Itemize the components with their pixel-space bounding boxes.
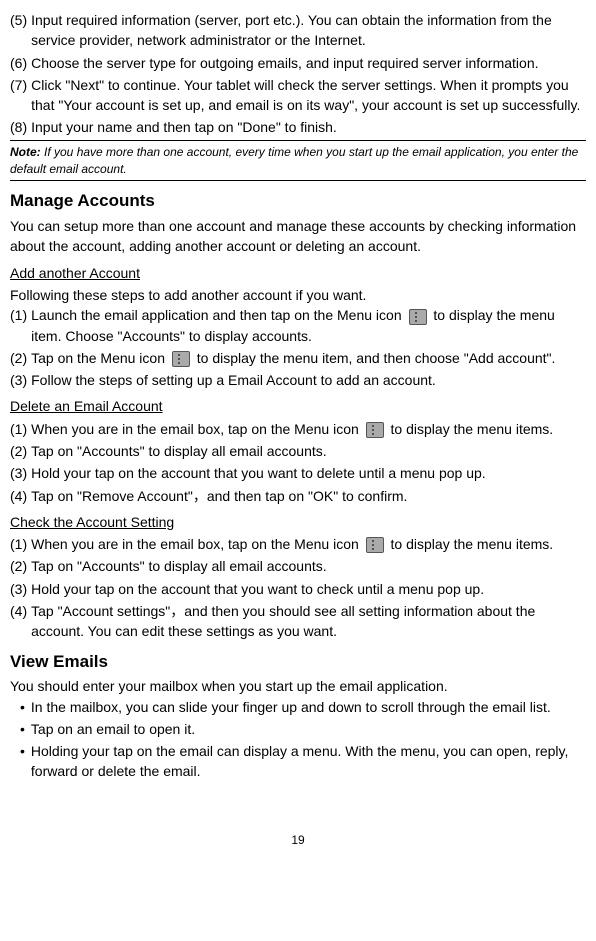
bullet-text: Holding your tap on the email can displa… bbox=[31, 741, 586, 782]
text-before-icon: Launch the email application and then ta… bbox=[31, 307, 405, 323]
list-num: (1) bbox=[10, 305, 31, 346]
list-num: (1) bbox=[10, 419, 31, 439]
list-item: (1) Launch the email application and the… bbox=[10, 305, 586, 346]
text-before-icon: Tap on the Menu icon bbox=[31, 350, 169, 366]
view-emails-intro: You should enter your mailbox when you s… bbox=[10, 676, 586, 696]
menu-icon bbox=[366, 537, 384, 553]
list-content: Hold your tap on the account that you wa… bbox=[31, 579, 586, 599]
page-number: 19 bbox=[10, 832, 586, 849]
text-before-icon: When you are in the email box, tap on th… bbox=[31, 421, 363, 437]
list-item: (1) When you are in the email box, tap o… bbox=[10, 534, 586, 554]
list-item: (2) Tap on the Menu icon to display the … bbox=[10, 348, 586, 368]
list-content: Click "Next" to continue. Your tablet wi… bbox=[31, 75, 586, 116]
list-item: (6)Choose the server type for outgoing e… bbox=[10, 53, 586, 73]
initial-steps-list: (5)Input required information (server, p… bbox=[10, 10, 586, 138]
list-item: (4)Tap on "Remove Account"，and then tap … bbox=[10, 486, 586, 506]
list-content: Tap on the Menu icon to display the menu… bbox=[31, 348, 586, 368]
bullet-item: •In the mailbox, you can slide your fing… bbox=[10, 697, 586, 717]
manage-accounts-intro: You can setup more than one account and … bbox=[10, 216, 586, 257]
list-item: (2)Tap on "Accounts" to display all emai… bbox=[10, 556, 586, 576]
check-account-subheading: Check the Account Setting bbox=[10, 512, 586, 532]
list-num: (6) bbox=[10, 53, 31, 73]
list-content: Tap on "Remove Account"，and then tap on … bbox=[31, 486, 586, 506]
list-item: (3)Hold your tap on the account that you… bbox=[10, 579, 586, 599]
list-num: (4) bbox=[10, 486, 31, 506]
check-account-steps: (2)Tap on "Accounts" to display all emai… bbox=[10, 556, 586, 641]
list-num: (5) bbox=[10, 10, 31, 51]
view-emails-bullets: •In the mailbox, you can slide your fing… bbox=[10, 697, 586, 782]
list-item: (3)Hold your tap on the account that you… bbox=[10, 463, 586, 483]
list-content: Choose the server type for outgoing emai… bbox=[31, 53, 586, 73]
list-content: Tap "Account settings"，and then you shou… bbox=[31, 601, 586, 642]
note-text: If you have more than one account, every… bbox=[10, 145, 578, 176]
view-emails-heading: View Emails bbox=[10, 650, 586, 675]
list-num: (1) bbox=[10, 534, 31, 554]
note-block: Note: If you have more than one account,… bbox=[10, 144, 586, 178]
list-item: (8)Input your name and then tap on "Done… bbox=[10, 117, 586, 137]
list-item: (4)Tap "Account settings"，and then you s… bbox=[10, 601, 586, 642]
list-num: (2) bbox=[10, 441, 31, 461]
list-content: Tap on "Accounts" to display all email a… bbox=[31, 556, 586, 576]
bullet-text: In the mailbox, you can slide your finge… bbox=[31, 697, 551, 717]
bullet-icon: • bbox=[20, 697, 31, 717]
list-content: When you are in the email box, tap on th… bbox=[31, 534, 586, 554]
list-content: Follow the steps of setting up a Email A… bbox=[31, 370, 586, 390]
list-content: Input required information (server, port… bbox=[31, 10, 586, 51]
list-num: (3) bbox=[10, 370, 31, 390]
divider bbox=[10, 180, 586, 181]
menu-icon bbox=[172, 351, 190, 367]
list-item: (2)Tap on "Accounts" to display all emai… bbox=[10, 441, 586, 461]
bullet-item: •Tap on an email to open it. bbox=[10, 719, 586, 739]
list-num: (2) bbox=[10, 556, 31, 576]
list-num: (4) bbox=[10, 601, 31, 642]
list-num: (3) bbox=[10, 579, 31, 599]
list-item: (3) Follow the steps of setting up a Ema… bbox=[10, 370, 586, 390]
list-item: (1) When you are in the email box, tap o… bbox=[10, 419, 586, 439]
bullet-icon: • bbox=[20, 719, 31, 739]
add-account-subheading: Add another Account bbox=[10, 263, 586, 283]
delete-account-steps: (2)Tap on "Accounts" to display all emai… bbox=[10, 441, 586, 506]
list-content: Hold your tap on the account that you wa… bbox=[31, 463, 586, 483]
menu-icon bbox=[366, 422, 384, 438]
bullet-icon: • bbox=[20, 741, 31, 782]
text-after-icon: to display the menu items. bbox=[387, 421, 554, 437]
list-num: (2) bbox=[10, 348, 31, 368]
note-label: Note: bbox=[10, 145, 41, 159]
menu-icon bbox=[409, 309, 427, 325]
text-after-icon: to display the menu item, and then choos… bbox=[193, 350, 556, 366]
list-num: (7) bbox=[10, 75, 31, 116]
list-content: Tap on "Accounts" to display all email a… bbox=[31, 441, 586, 461]
bullet-item: •Holding your tap on the email can displ… bbox=[10, 741, 586, 782]
list-item: (5)Input required information (server, p… bbox=[10, 10, 586, 51]
manage-accounts-heading: Manage Accounts bbox=[10, 189, 586, 214]
bullet-text: Tap on an email to open it. bbox=[31, 719, 195, 739]
list-num: (3) bbox=[10, 463, 31, 483]
add-account-intro: Following these steps to add another acc… bbox=[10, 285, 586, 305]
divider bbox=[10, 140, 586, 141]
text-before-icon: When you are in the email box, tap on th… bbox=[31, 536, 363, 552]
list-item: (7)Click "Next" to continue. Your tablet… bbox=[10, 75, 586, 116]
delete-account-subheading: Delete an Email Account bbox=[10, 396, 586, 416]
list-num: (8) bbox=[10, 117, 31, 137]
text-after-icon: to display the menu items. bbox=[387, 536, 554, 552]
list-content: Launch the email application and then ta… bbox=[31, 305, 586, 346]
list-content: Input your name and then tap on "Done" t… bbox=[31, 117, 586, 137]
list-content: When you are in the email box, tap on th… bbox=[31, 419, 586, 439]
